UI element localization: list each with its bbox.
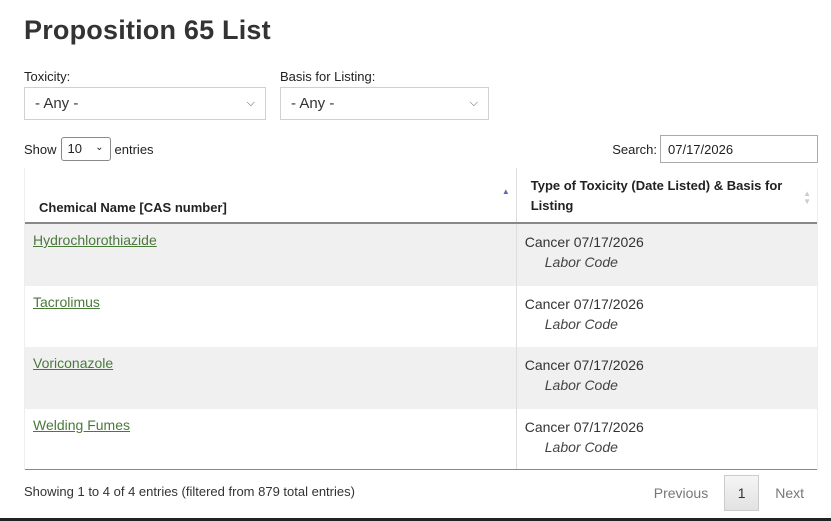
sort-ascending-icon: ▲	[501, 187, 510, 196]
table-row: Voriconazole Cancer 07/17/2026 Labor Cod…	[25, 347, 817, 409]
show-entries-control: Show 10 ⌄ entries	[24, 137, 154, 161]
basis-select-value: - Any -	[291, 95, 335, 112]
basis-text: Labor Code	[544, 254, 618, 270]
chemical-link[interactable]: Tacrolimus	[33, 294, 100, 310]
chemical-link[interactable]: Welding Fumes	[33, 417, 130, 433]
pagination: Previous 1 Next	[654, 475, 818, 511]
basis-filter-label: Basis for Listing:	[280, 69, 376, 84]
toxicity-select[interactable]: - Any - ⌵	[24, 87, 266, 120]
chevron-down-icon: ⌵	[469, 97, 478, 109]
toxicity-text: Cancer 07/17/2026	[524, 418, 644, 435]
results-table: Chemical Name [CAS number] ▲ Type of Tox…	[24, 168, 818, 470]
toxicity-text: Cancer 07/17/2026	[524, 357, 644, 373]
page-title: Proposition 65 List	[24, 15, 271, 45]
search-label: Search:	[612, 141, 657, 157]
chemical-cell: Hydrochlorothiazide	[25, 224, 516, 286]
toxicity-filter-label: Toxicity:	[24, 69, 71, 84]
page: Proposition 65 List Toxicity: - Any - ⌵ …	[0, 0, 831, 521]
chevron-down-icon: ⌵	[246, 97, 255, 109]
search-control: Search:	[612, 135, 818, 163]
basis-text: Labor Code	[544, 377, 618, 393]
column-header-label: Type of Toxicity (Date Listed) & Basis f…	[530, 178, 783, 213]
chemical-link[interactable]: Hydrochlorothiazide	[33, 232, 157, 248]
next-page-button[interactable]: Next	[775, 485, 804, 501]
table-row: Tacrolimus Cancer 07/17/2026 Labor Code	[25, 285, 817, 348]
page-1-button[interactable]: 1	[724, 475, 760, 511]
search-input[interactable]	[660, 135, 818, 163]
chemical-cell: Voriconazole	[25, 347, 516, 409]
toxicity-text: Cancer 07/17/2026	[524, 234, 644, 250]
previous-page-button[interactable]: Previous	[654, 485, 708, 501]
table-row: Hydrochlorothiazide Cancer 07/17/2026 La…	[25, 224, 817, 286]
toxicity-text: Cancer 07/17/2026	[524, 295, 644, 312]
entries-select-value: 10	[67, 141, 82, 156]
toxicity-cell: Cancer 07/17/2026 Labor Code	[515, 347, 817, 409]
table-row: Welding Fumes Cancer 07/17/2026 Labor Co…	[25, 408, 817, 470]
chevron-down-icon: ⌄	[95, 142, 104, 153]
chemical-cell: Welding Fumes	[25, 409, 516, 470]
toxicity-cell: Cancer 07/17/2026 Labor Code	[515, 408, 817, 469]
table-header: Chemical Name [CAS number] ▲ Type of Tox…	[25, 168, 817, 224]
basis-text: Labor Code	[544, 315, 618, 332]
column-header-toxicity[interactable]: Type of Toxicity (Date Listed) & Basis f…	[515, 168, 817, 222]
toxicity-cell: Cancer 07/17/2026 Labor Code	[515, 224, 817, 286]
toxicity-cell: Cancer 07/17/2026 Labor Code	[515, 285, 817, 347]
basis-select[interactable]: - Any - ⌵	[280, 87, 489, 120]
chemical-cell: Tacrolimus	[25, 286, 516, 348]
toxicity-select-value: - Any -	[35, 95, 79, 112]
entries-per-page-select[interactable]: 10 ⌄	[60, 137, 111, 161]
chemical-link[interactable]: Voriconazole	[33, 355, 113, 371]
show-label: Show	[24, 141, 57, 157]
entries-label: entries	[114, 141, 154, 157]
table-info-text: Showing 1 to 4 of 4 entries (filtered fr…	[24, 484, 355, 499]
basis-text: Labor Code	[544, 438, 618, 455]
column-header-chemical-name[interactable]: Chemical Name [CAS number] ▲	[25, 168, 516, 222]
sort-both-icon: ▲ ▼	[803, 189, 811, 206]
column-header-label: Chemical Name [CAS number]	[39, 200, 227, 215]
